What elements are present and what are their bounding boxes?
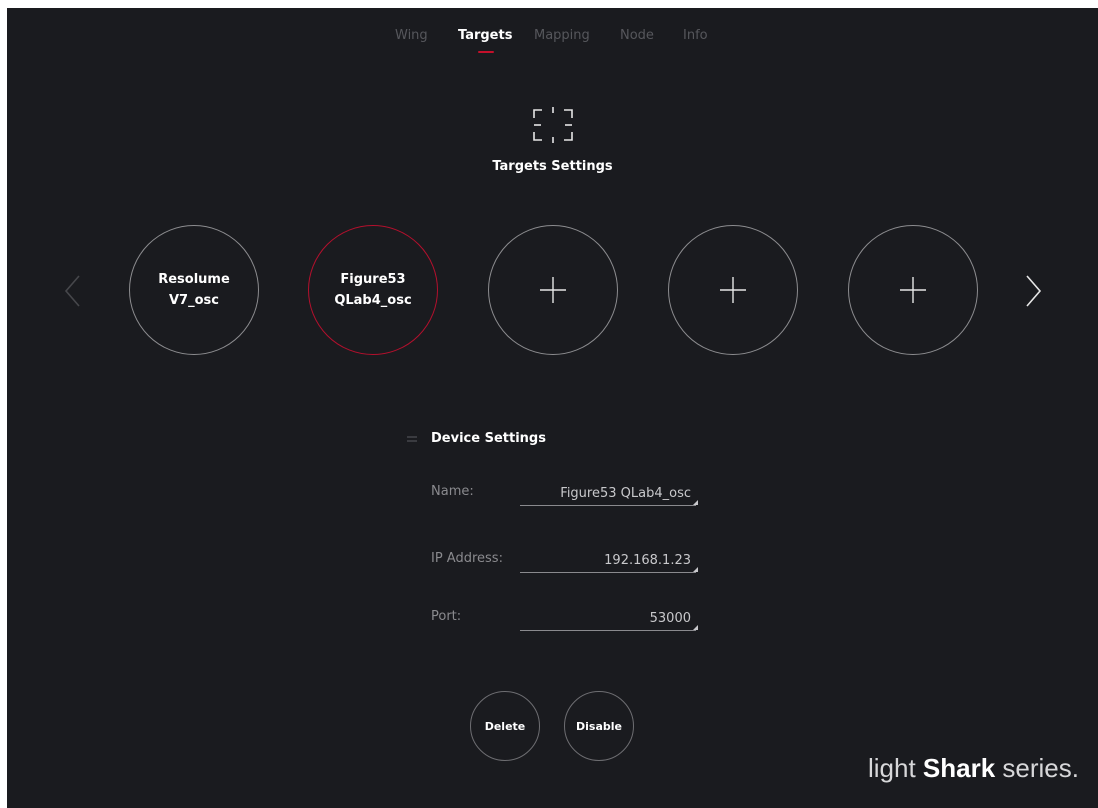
tab-targets[interactable]: Targets — [458, 28, 512, 43]
plus-icon — [720, 277, 746, 303]
name-value: Figure53 QLab4_osc — [560, 486, 691, 501]
edit-corner-icon — [693, 500, 698, 505]
brand-logo: light Shark series. — [868, 753, 1079, 784]
brand-rest: series. — [995, 753, 1079, 783]
target-slot-2[interactable]: Figure53 QLab4_osc — [308, 225, 438, 355]
add-target-slot-3[interactable] — [488, 225, 618, 355]
tab-wing[interactable]: Wing — [395, 28, 428, 43]
app-window: Wing Targets Mapping Node Info Targets S… — [7, 8, 1098, 808]
ip-address-label: IP Address: — [431, 551, 503, 566]
tab-node[interactable]: Node — [620, 28, 654, 43]
ip-address-value: 192.168.1.23 — [604, 553, 691, 568]
tab-info[interactable]: Info — [683, 28, 708, 43]
target-name-line1: Resolume — [158, 272, 230, 287]
drag-handle-icon — [407, 436, 417, 442]
ip-address-field[interactable]: 192.168.1.23 — [520, 551, 698, 573]
chevron-left-icon[interactable] — [63, 274, 83, 308]
port-value: 53000 — [649, 611, 691, 626]
target-frame-icon — [533, 107, 573, 143]
delete-button[interactable]: Delete — [470, 691, 540, 761]
target-slot-1[interactable]: Resolume V7_osc — [129, 225, 259, 355]
edit-corner-icon — [693, 567, 698, 572]
active-tab-indicator — [478, 51, 494, 53]
tab-bar: Wing Targets Mapping Node Info — [7, 28, 1098, 58]
plus-icon — [540, 277, 566, 303]
edit-corner-icon — [693, 625, 698, 630]
name-label: Name: — [431, 484, 474, 499]
port-field[interactable]: 53000 — [520, 609, 698, 631]
page-title: Targets Settings — [492, 159, 613, 174]
tab-mapping[interactable]: Mapping — [534, 28, 590, 43]
device-settings-title: Device Settings — [431, 431, 546, 446]
port-label: Port: — [431, 609, 462, 624]
plus-icon — [900, 277, 926, 303]
target-name-line2: V7_osc — [169, 293, 219, 308]
disable-button[interactable]: Disable — [564, 691, 634, 761]
brand-light: light — [868, 753, 923, 783]
chevron-right-icon[interactable] — [1023, 274, 1043, 308]
target-name-line1: Figure53 — [340, 272, 406, 287]
target-name-line2: QLab4_osc — [334, 293, 412, 308]
brand-strong: Shark — [922, 753, 996, 783]
name-field[interactable]: Figure53 QLab4_osc — [520, 484, 698, 506]
add-target-slot-4[interactable] — [668, 225, 798, 355]
add-target-slot-5[interactable] — [848, 225, 978, 355]
